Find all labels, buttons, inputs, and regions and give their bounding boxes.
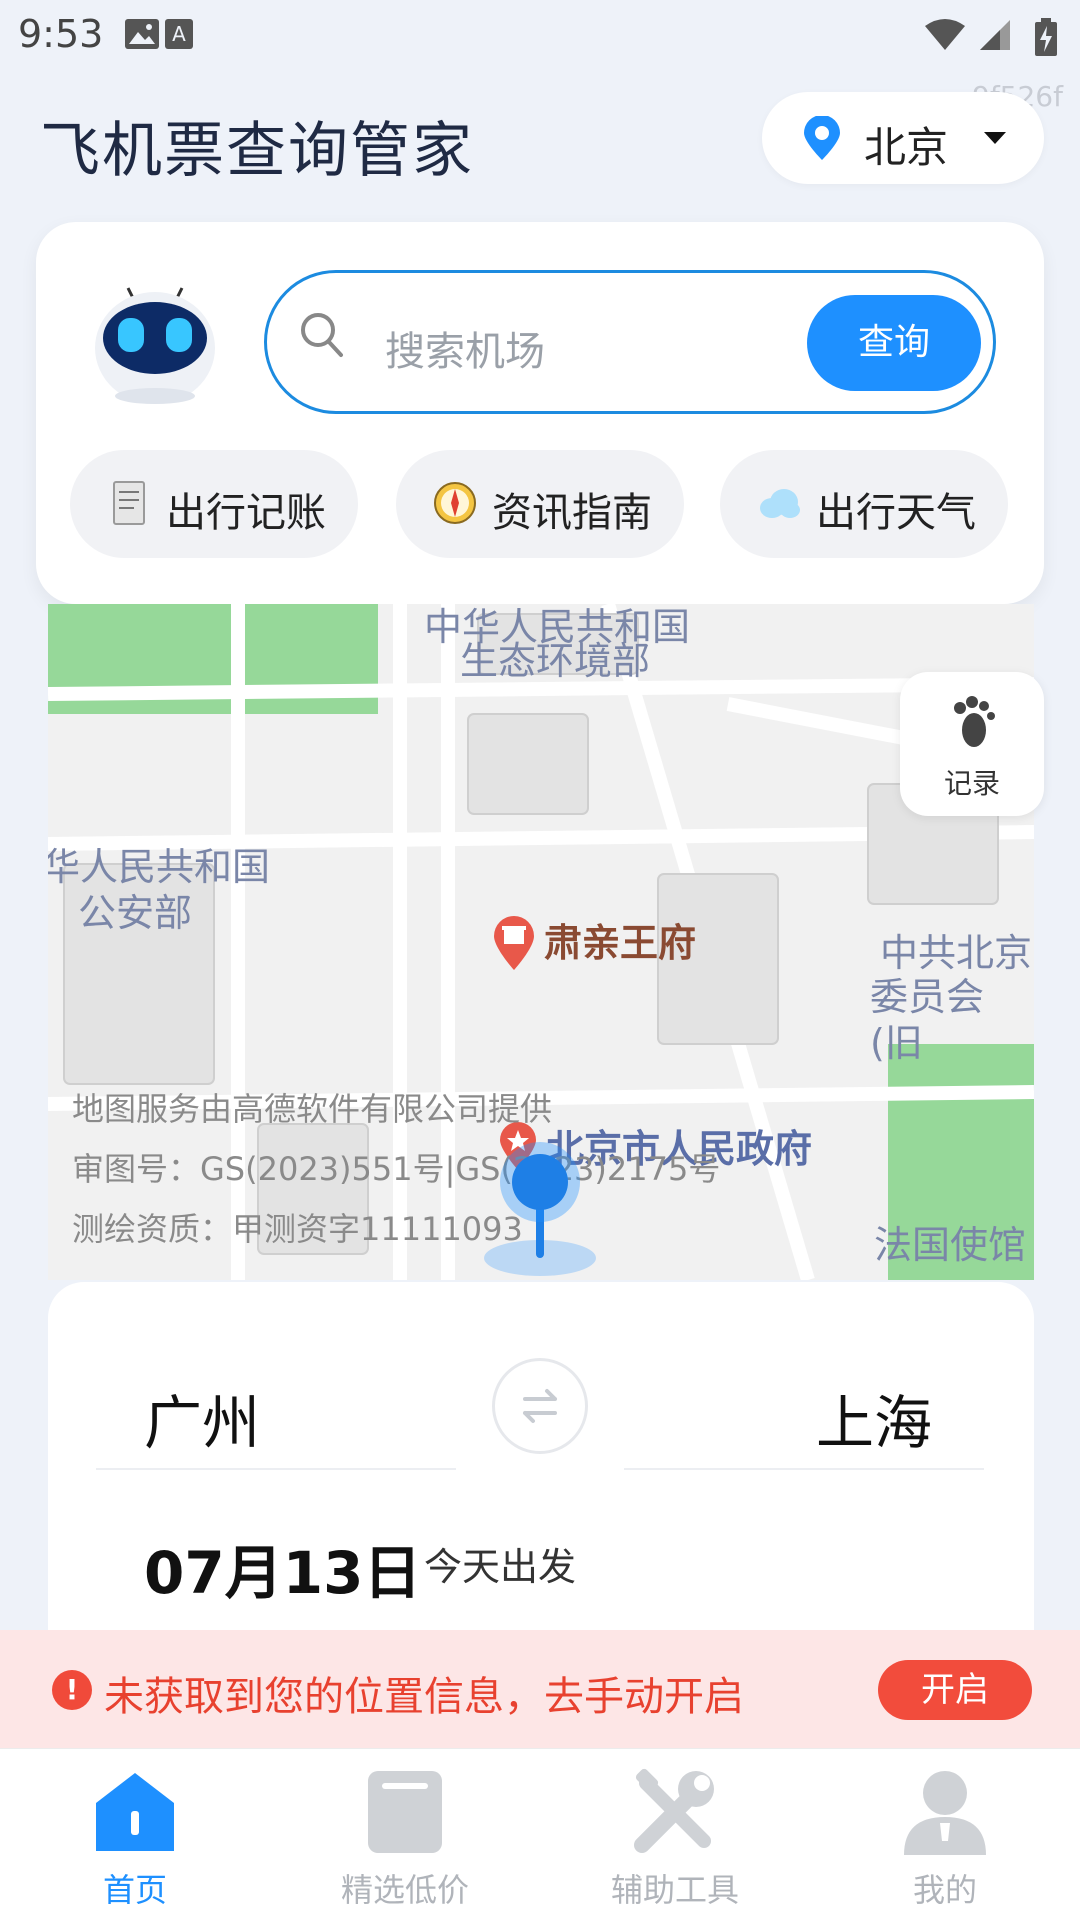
search-button[interactable]: 查询 [807, 295, 981, 391]
booking-card: 广州 上海 07月13日 今天出发 [48, 1282, 1034, 1642]
location-warning-text: 未获取到您的位置信息，去手动开启 [104, 1674, 744, 1720]
search-input[interactable]: 搜索机场 [385, 319, 545, 377]
receipt-icon [113, 481, 145, 525]
map-credit-approval: 审图号：GS(2023)551号|GS(2023)2175号 [72, 1150, 721, 1188]
nav-item-profile[interactable]: 我的 [810, 1749, 1080, 1920]
swap-icon [523, 1389, 557, 1423]
nav-item-home[interactable]: 首页 [0, 1749, 270, 1920]
keyboard-notification-icon: A [165, 19, 193, 49]
bottom-navigation: 首页 精选低价 辅助工具 我的 [0, 1748, 1080, 1920]
location-warning-bar: ! 未获取到您的位置信息，去手动开启 开启 [0, 1630, 1080, 1748]
enable-location-button[interactable]: 开启 [878, 1660, 1032, 1720]
map-label-party-committee-2: 委员会(旧 [870, 975, 985, 1065]
cloud-icon [760, 489, 800, 518]
travel-weather-button[interactable]: 出行天气 [720, 450, 1008, 558]
nav-label-deals: 精选低价 [340, 1871, 469, 1909]
map-view[interactable]: 中华人民共和国 生态环境部 华人民共和国 公安部 肃亲王府 中共北京 委员会(旧… [48, 604, 1034, 1280]
news-guide-label: 资讯指南 [492, 490, 652, 536]
location-pin-icon [804, 116, 840, 160]
home-icon [96, 1773, 174, 1851]
nav-label-profile: 我的 [912, 1871, 977, 1909]
compass-icon [434, 482, 476, 524]
app-title: 飞机票查询管家 [40, 116, 474, 186]
arrival-divider [624, 1468, 984, 1470]
travel-expense-label: 出行记账 [166, 490, 326, 536]
battery-icon [1035, 18, 1057, 56]
swap-cities-button[interactable] [492, 1358, 588, 1454]
records-label: 记录 [943, 767, 1000, 800]
landmark-pin-icon [494, 916, 534, 970]
current-location-marker-icon [484, 1142, 596, 1276]
departure-date[interactable]: 07月13日 [144, 1526, 421, 1610]
departure-divider [96, 1468, 456, 1470]
footprint-icon [954, 696, 995, 747]
status-bar: 9:53 A [0, 0, 1080, 72]
travel-weather-label: 出行天气 [816, 490, 976, 536]
travel-expense-button[interactable]: 出行记账 [70, 450, 358, 558]
map-label-party-committee: 中共北京 [880, 931, 1033, 975]
nav-label-tools: 辅助工具 [610, 1871, 739, 1909]
arrival-city[interactable]: 上海 [816, 1376, 932, 1460]
nav-label-home: 首页 [102, 1871, 167, 1909]
svg-text:A: A [172, 22, 186, 46]
search-box[interactable]: 搜索机场 查询 [264, 270, 996, 414]
records-button[interactable]: 记录 [900, 672, 1044, 816]
city-name: 北京 [864, 123, 949, 172]
search-card: 搜索机场 查询 出行记账 资讯指南 出行天气 [36, 222, 1044, 604]
map-label-embassy: 法国使馆 [874, 1223, 1027, 1267]
map-label-prince-mansion: 肃亲王府 [544, 921, 697, 965]
map-credit-qualification: 测绘资质：甲测资字11111093 [72, 1210, 523, 1248]
departure-city[interactable]: 广州 [144, 1376, 260, 1460]
robot-mascot-icon [95, 287, 215, 404]
signal-icon [980, 20, 1010, 50]
image-notification-icon [125, 19, 159, 49]
map-label-ministry-env-2: 生态环境部 [460, 639, 651, 683]
map-credit-provider: 地图服务由高德软件有限公司提供 [72, 1090, 553, 1128]
map-label-ministry-security: 华人民共和国 [48, 845, 271, 889]
status-time: 9:53 [18, 12, 104, 56]
map-label-ministry-security-2: 公安部 [78, 891, 193, 935]
nav-item-deals[interactable]: 精选低价 [270, 1749, 540, 1920]
chevron-down-icon [984, 132, 1006, 144]
alert-icon: ! [52, 1670, 92, 1710]
search-icon [301, 313, 343, 357]
bookmark-icon [368, 1771, 442, 1853]
tools-icon [634, 1768, 714, 1853]
news-guide-button[interactable]: 资讯指南 [396, 450, 684, 558]
departure-date-note: 今天出发 [424, 1545, 577, 1589]
wifi-icon [925, 19, 965, 50]
nav-item-tools[interactable]: 辅助工具 [540, 1749, 810, 1920]
profile-icon [904, 1771, 986, 1855]
city-selector[interactable]: 北京 [762, 92, 1044, 184]
